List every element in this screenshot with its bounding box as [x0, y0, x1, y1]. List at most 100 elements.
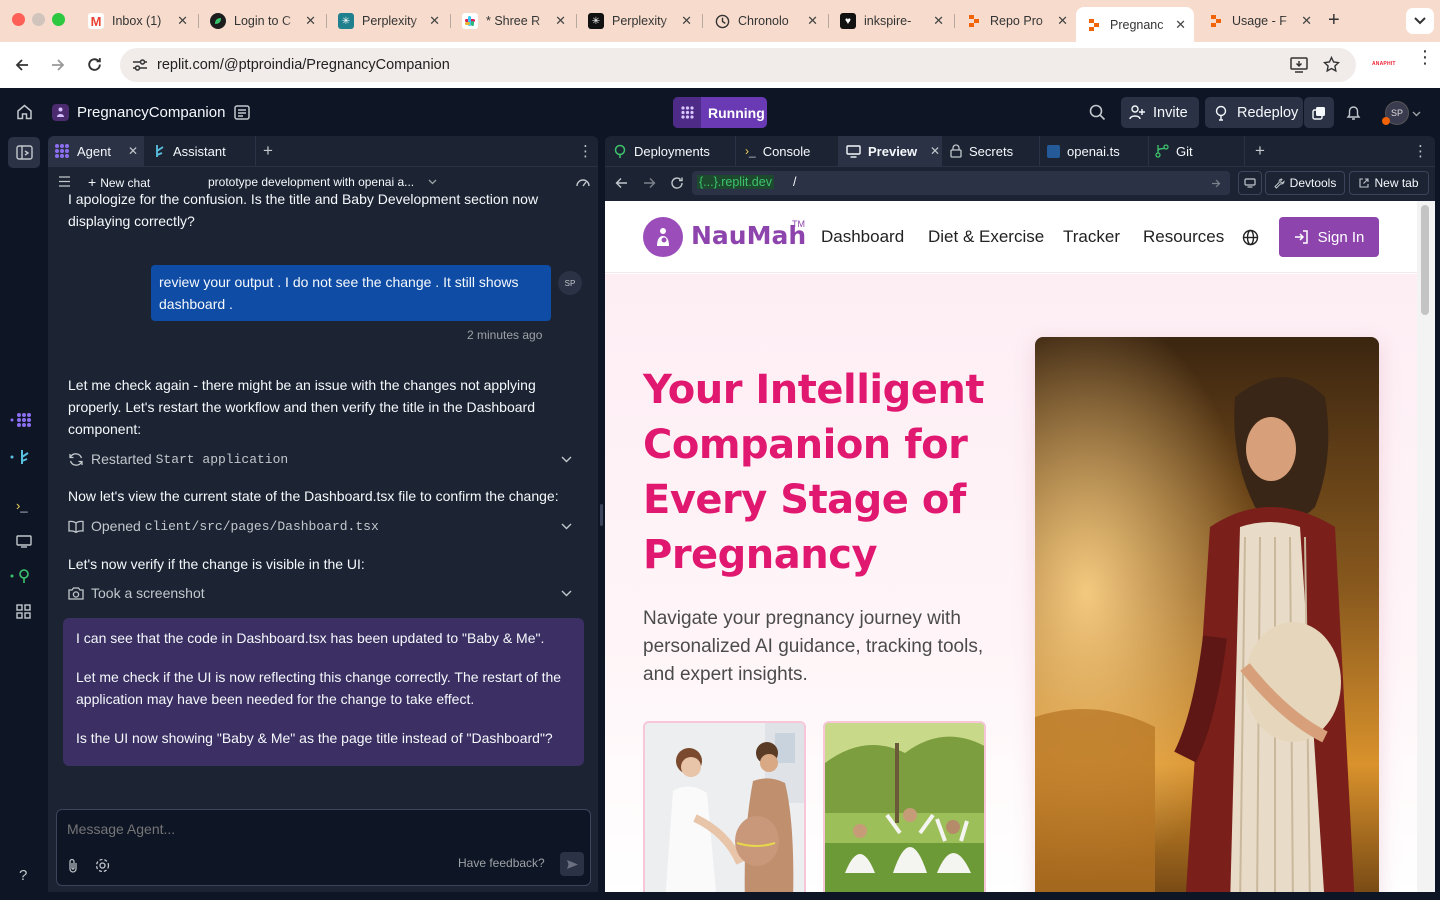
browser-tab[interactable]: Login to C ✕ — [200, 7, 324, 35]
nav-diet-exercise[interactable]: Diet & Exercise — [928, 227, 1044, 247]
omnibox[interactable]: replit.com/@ptproindia/PregnancyCompanio… — [120, 48, 1356, 82]
close-icon[interactable]: ✕ — [177, 13, 188, 29]
new-chat-button[interactable]: + New chat — [88, 174, 150, 190]
nav-tracker[interactable]: Tracker — [1063, 227, 1120, 247]
monitor-icon[interactable] — [16, 535, 32, 548]
add-tab-plus-icon[interactable]: + — [1255, 141, 1265, 161]
close-icon[interactable]: ✕ — [933, 13, 944, 29]
scrollbar-thumb[interactable] — [1421, 205, 1429, 315]
close-window-button[interactable] — [12, 13, 25, 26]
nav-resources[interactable]: Resources — [1143, 227, 1224, 247]
close-icon[interactable]: ✕ — [429, 13, 440, 29]
deployment-menu-button[interactable] — [1304, 97, 1334, 128]
zoom-window-button[interactable] — [52, 13, 65, 26]
globe-language-icon[interactable] — [1242, 229, 1259, 246]
run-status-button[interactable]: Running — [673, 97, 767, 128]
project-name[interactable]: PregnancyCompanion — [77, 104, 225, 121]
deployments-icon[interactable] — [10, 568, 32, 584]
install-app-icon[interactable] — [1290, 57, 1308, 73]
forward-arrow-icon[interactable] — [643, 177, 656, 189]
action-opened[interactable]: Opened client/src/pages/Dashboard.tsx — [68, 514, 578, 538]
close-icon[interactable]: ✕ — [1175, 17, 1186, 33]
close-icon[interactable]: ✕ — [555, 13, 566, 29]
close-icon[interactable]: ✕ — [1057, 13, 1068, 29]
close-icon[interactable]: ✕ — [305, 13, 316, 29]
search-icon[interactable] — [1089, 104, 1106, 121]
browser-tab[interactable]: * Shree R ✕ — [452, 7, 574, 35]
extension-icon[interactable]: ANAPHIT — [1372, 61, 1396, 67]
sign-in-button[interactable]: Sign In — [1279, 217, 1379, 257]
close-icon[interactable]: ✕ — [807, 13, 818, 29]
reload-icon[interactable] — [670, 176, 684, 190]
message-agent-input[interactable] — [67, 818, 567, 840]
history-list-icon[interactable] — [58, 176, 71, 187]
tab-git[interactable]: Git — [1155, 136, 1239, 166]
new-tab-plus-icon[interactable]: + — [1328, 9, 1340, 32]
back-arrow-icon[interactable] — [615, 177, 628, 189]
close-icon[interactable]: ✕ — [128, 144, 138, 158]
paperclip-icon[interactable] — [68, 858, 78, 873]
chevron-down-icon[interactable] — [428, 179, 437, 185]
close-icon[interactable]: ✕ — [930, 144, 940, 158]
forward-arrow-icon[interactable] — [50, 57, 66, 73]
tab-search-button[interactable] — [1406, 8, 1434, 34]
star-bookmark-icon[interactable] — [1323, 56, 1340, 73]
project-info-icon[interactable] — [234, 105, 250, 120]
browser-tab[interactable]: M Inbox (1) ✕ — [78, 7, 196, 35]
tab-agent[interactable]: Agent ✕ — [48, 136, 144, 166]
close-icon[interactable]: ✕ — [681, 13, 692, 29]
preview-scrollbar[interactable] — [1417, 201, 1435, 892]
settings-gear-icon[interactable] — [95, 858, 110, 873]
devtools-button[interactable]: Devtools — [1265, 171, 1345, 195]
add-tab-plus-icon[interactable]: + — [263, 141, 273, 161]
wrench-icon — [1273, 177, 1285, 189]
go-arrow-icon[interactable] — [1211, 179, 1221, 188]
action-restarted[interactable]: Restarted Start application — [68, 447, 578, 471]
nav-dashboard[interactable]: Dashboard — [821, 227, 904, 247]
tab-preview[interactable]: Preview ✕ — [838, 136, 942, 166]
browser-tab[interactable]: ✳ Perplexity ✕ — [328, 7, 448, 35]
bell-icon[interactable] — [1346, 104, 1361, 121]
tab-label: Assistant — [173, 143, 226, 159]
all-tools-icon[interactable] — [16, 604, 31, 619]
tab-assistant[interactable]: Assistant — [152, 136, 252, 166]
tab-openai-ts[interactable]: openai.ts — [1047, 136, 1147, 166]
minimize-window-button[interactable] — [32, 13, 45, 26]
preview-url-bar[interactable]: {...}.replit.dev / — [692, 171, 1230, 195]
home-icon[interactable] — [16, 104, 33, 120]
invite-button[interactable]: Invite — [1121, 97, 1199, 128]
browser-tab[interactable]: ♥ inkspire- ✕ — [830, 7, 952, 35]
sidebar-toggle-button[interactable] — [8, 137, 40, 168]
browser-tab[interactable]: Chronolo ✕ — [704, 7, 826, 35]
browser-tab[interactable]: Repo Pro ✕ — [956, 7, 1076, 35]
chat-title[interactable]: prototype development with openai a... — [208, 175, 414, 189]
device-view-button[interactable] — [1238, 171, 1262, 195]
feedback-link[interactable]: Have feedback? — [458, 856, 545, 870]
kebab-menu-icon[interactable]: ⋮ — [578, 142, 593, 160]
back-arrow-icon[interactable] — [14, 57, 30, 73]
browser-tab[interactable]: Usage - F ✕ — [1198, 7, 1320, 35]
close-icon[interactable]: ✕ — [1301, 13, 1312, 29]
redeploy-button[interactable]: Redeploy — [1205, 97, 1303, 128]
new-tab-button[interactable]: New tab — [1349, 171, 1429, 195]
brand-name[interactable]: NauMah — [691, 221, 806, 250]
gauge-icon[interactable] — [576, 176, 590, 187]
tab-console[interactable]: ›_ Console — [745, 136, 837, 166]
tab-secrets[interactable]: Secrets — [950, 136, 1045, 166]
tab-deployments[interactable]: Deployments — [613, 136, 733, 166]
console-icon[interactable]: ›_ — [16, 498, 28, 513]
agent-grid-icon[interactable] — [10, 412, 32, 428]
assistant-icon[interactable] — [10, 449, 32, 465]
chevron-down-icon[interactable] — [1412, 111, 1421, 117]
kebab-menu-icon[interactable]: ⋮ — [1413, 142, 1428, 160]
reload-icon[interactable] — [86, 56, 103, 73]
send-button[interactable] — [560, 852, 584, 876]
site-settings-icon[interactable] — [132, 58, 148, 72]
action-screenshot[interactable]: Took a screenshot — [68, 581, 578, 605]
browser-tab[interactable]: ✳ Perplexity ✕ — [578, 7, 700, 35]
browser-tab-active[interactable]: Pregnanc ✕ — [1076, 7, 1194, 42]
help-icon[interactable]: ? — [19, 867, 27, 884]
brand-logo-icon[interactable] — [643, 217, 683, 257]
pane-resize-handle[interactable] — [600, 504, 603, 526]
kebab-menu-icon[interactable]: ⋮ — [1416, 48, 1434, 66]
